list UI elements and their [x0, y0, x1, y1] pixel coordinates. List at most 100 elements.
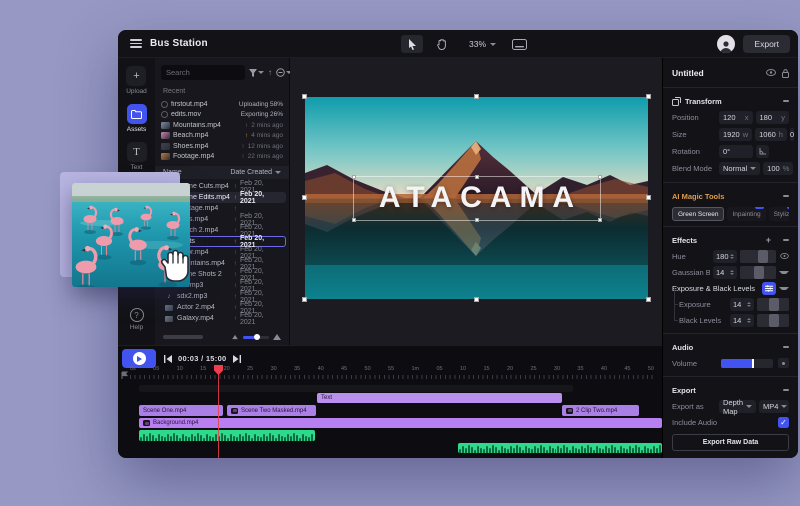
container-dropdown[interactable]: MP4: [759, 400, 789, 413]
transform-section-header[interactable]: Transform: [672, 93, 789, 109]
exposure-stepper[interactable]: 14: [730, 298, 754, 311]
audio-clip-2[interactable]: [458, 443, 662, 453]
slider-thumb[interactable]: [752, 359, 755, 368]
export-raw-data-button[interactable]: Export Raw Data: [672, 434, 789, 451]
add-effect-button[interactable]: +: [766, 235, 771, 245]
thumbnail-zoom-slider[interactable]: [231, 334, 281, 340]
cursor-tool-button[interactable]: [401, 35, 423, 53]
effects-section-header[interactable]: Effects +: [672, 232, 789, 248]
selection-handle[interactable]: [598, 175, 602, 179]
lock-icon[interactable]: [782, 69, 789, 78]
radius-field[interactable]: 0: [790, 128, 794, 141]
audio-section-header[interactable]: Audio: [672, 339, 789, 355]
filter-button[interactable]: [249, 69, 264, 77]
time-ruler[interactable]: 0s05101520253035404550551m05101520253035…: [130, 366, 654, 374]
frame-handle[interactable]: [646, 94, 651, 99]
avatar[interactable]: [717, 35, 735, 53]
list-item[interactable]: Mountains.mp4↑2 mins ago: [161, 120, 283, 131]
collapse-icon[interactable]: [783, 346, 789, 348]
include-audio-checkbox[interactable]: ✓: [778, 417, 789, 428]
black-levels-stepper[interactable]: 14: [730, 314, 754, 327]
preview-canvas[interactable]: ATACAMA: [290, 58, 662, 345]
blend-mode-dropdown[interactable]: Normal: [719, 162, 760, 175]
ai-tools-section-header[interactable]: AI Magic Tools: [672, 188, 789, 204]
list-item[interactable]: Footage.mp4↑22 mins ago: [161, 152, 283, 163]
clip-scene-one[interactable]: Scene One.mp4: [139, 405, 223, 416]
date-column-header[interactable]: Date Created: [230, 169, 281, 176]
frame-handle[interactable]: [302, 94, 307, 99]
opacity-field[interactable]: 100%: [763, 162, 793, 175]
marker-flag-icon[interactable]: [121, 366, 128, 384]
horizontal-scrollbar[interactable]: [163, 335, 203, 339]
frame-handle[interactable]: [646, 195, 651, 200]
rotation-field[interactable]: 0°: [719, 145, 753, 158]
blur-slider[interactable]: [740, 266, 776, 279]
list-item[interactable]: Shoes.mp4↑12 mins ago: [161, 141, 283, 152]
rail-item-help[interactable]: ? Help: [118, 308, 155, 331]
collapse-icon[interactable]: [783, 195, 789, 197]
format-dropdown[interactable]: Depth Map: [719, 400, 756, 413]
eye-icon[interactable]: [766, 69, 776, 76]
size-width-field[interactable]: 1920w: [719, 128, 752, 141]
selection-handle[interactable]: [475, 218, 479, 222]
hand-tool-button[interactable]: [431, 35, 453, 53]
selection-handle[interactable]: [475, 175, 479, 179]
collapse-icon[interactable]: [783, 100, 789, 102]
rail-item-assets[interactable]: Assets: [127, 104, 147, 133]
selection-handle[interactable]: [598, 218, 602, 222]
search-input[interactable]: [161, 65, 245, 80]
eye-icon[interactable]: [779, 253, 789, 259]
collapse-icon[interactable]: [783, 239, 789, 241]
clip-text[interactable]: Text: [317, 393, 562, 403]
position-y-field[interactable]: 180y: [756, 111, 790, 124]
frame-handle[interactable]: [302, 195, 307, 200]
hue-slider[interactable]: [740, 250, 776, 263]
skip-back-button[interactable]: [164, 355, 172, 363]
layer-name[interactable]: Untitled: [672, 68, 704, 78]
video-frame[interactable]: ATACAMA: [305, 97, 648, 299]
sort-button[interactable]: ↑: [268, 68, 272, 77]
dragged-asset-card[interactable]: [72, 183, 190, 287]
blur-stepper[interactable]: 14: [713, 266, 737, 279]
frame-handle[interactable]: [474, 297, 479, 302]
export-button[interactable]: Export: [743, 35, 790, 53]
position-x-field[interactable]: 120x: [719, 111, 753, 124]
file-status: Uploading 58%: [239, 101, 283, 108]
mute-icon[interactable]: [778, 358, 789, 368]
selection-handle[interactable]: [352, 175, 356, 179]
list-item[interactable]: edits.movExporting 26%: [161, 110, 283, 121]
black-levels-slider[interactable]: [757, 314, 789, 327]
selection-handle[interactable]: [352, 218, 356, 222]
zoom-level-dropdown[interactable]: 33%: [461, 36, 504, 52]
chevron-down-icon[interactable]: [779, 287, 789, 290]
menu-icon[interactable]: [130, 39, 142, 48]
list-item[interactable]: Beach.mp4↑4 mins ago: [161, 131, 283, 142]
collapse-icon[interactable]: [783, 389, 789, 391]
table-row[interactable]: Galaxy.mp4↑Feb 20, 2021: [158, 313, 286, 324]
skip-forward-button[interactable]: [233, 355, 241, 363]
list-item[interactable]: firstout.mp4Uploading 58%: [161, 99, 283, 110]
slider-thumb[interactable]: [254, 334, 260, 340]
rail-item-upload[interactable]: + Upload: [126, 66, 147, 95]
file-thumbnail-icon: [161, 153, 170, 160]
clip-two[interactable]: 2 Clip Two.mp4: [562, 405, 639, 416]
ai-chip-inpainting[interactable]: Inpainting: [727, 207, 765, 221]
hue-stepper[interactable]: 180: [713, 250, 737, 263]
frame-handle[interactable]: [646, 297, 651, 302]
angle-button[interactable]: [756, 145, 769, 158]
rail-item-text[interactable]: T Text: [127, 142, 147, 171]
clip-scene-two[interactable]: Scene Two Masked.mp4: [227, 405, 316, 416]
text-selection-box[interactable]: [353, 176, 601, 221]
levels-button[interactable]: [762, 282, 776, 295]
display-icon[interactable]: [512, 39, 527, 50]
volume-slider[interactable]: [721, 359, 773, 368]
exposure-slider[interactable]: [757, 298, 789, 311]
ai-chip-green-screen[interactable]: Green Screen: [672, 207, 724, 221]
audio-clip-1[interactable]: [139, 430, 315, 441]
export-section-header[interactable]: Export: [672, 382, 789, 398]
frame-handle[interactable]: [302, 297, 307, 302]
size-height-field[interactable]: 1060h: [755, 128, 787, 141]
frame-handle[interactable]: [474, 94, 479, 99]
ai-chip-stylize[interactable]: Stylize: [769, 207, 789, 221]
chevron-down-icon[interactable]: [779, 271, 789, 274]
